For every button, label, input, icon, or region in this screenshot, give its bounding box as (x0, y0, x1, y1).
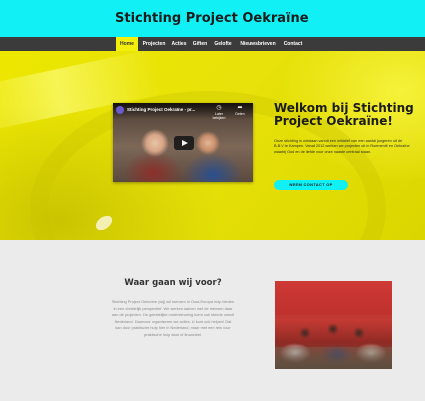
photo-wall (275, 281, 392, 315)
youtube-play-icon[interactable] (174, 136, 194, 150)
watch-later-label: Later bekijken (212, 112, 226, 120)
site-header: Stichting Project Oekraïne (0, 0, 425, 37)
about-section: Waar gaan wij voor? Stichting Project Oe… (0, 240, 425, 401)
share-button[interactable]: ➦ Delen (231, 105, 249, 116)
video-embed[interactable]: Stichting Project Oekraïne - pr... ◷ Lat… (113, 103, 253, 182)
nav-item-projecten[interactable]: Projecten (140, 37, 168, 51)
watch-later-button[interactable]: ◷ Later bekijken (209, 105, 229, 120)
share-label: Delen (235, 112, 245, 116)
photo-floor (275, 347, 392, 369)
nav-item-contact[interactable]: Contact (282, 37, 304, 51)
share-icon: ➦ (237, 105, 243, 111)
clock-icon: ◷ (216, 105, 222, 111)
nav-item-gelofte[interactable]: Gelofte (212, 37, 234, 51)
nav-item-nieuwsbrieven[interactable]: Nieuwsbrieven (237, 37, 279, 51)
main-nav: Home Projecten Acties Giften Gelofte Nie… (0, 37, 425, 51)
site-title[interactable]: Stichting Project Oekraïne (115, 11, 309, 26)
welcome-text: Onze stichting is ontstaan vanuit een in… (274, 139, 410, 154)
about-heading: Waar gaan wij voor? (124, 278, 222, 288)
nav-item-giften[interactable]: Giften (191, 37, 209, 51)
nav-item-acties[interactable]: Acties (170, 37, 188, 51)
welcome-heading: Welkom bij Stichting Project Oekraïne! (274, 101, 414, 128)
video-title[interactable]: Stichting Project Oekraïne - pr... (127, 107, 195, 112)
children-photo (275, 281, 392, 369)
about-text: Stichting Project Oekraïne (wij) wil men… (111, 299, 235, 337)
contact-button[interactable]: NEEM CONTACT OP (274, 180, 348, 190)
nav-item-home[interactable]: Home (116, 37, 138, 51)
channel-avatar[interactable] (116, 106, 124, 114)
